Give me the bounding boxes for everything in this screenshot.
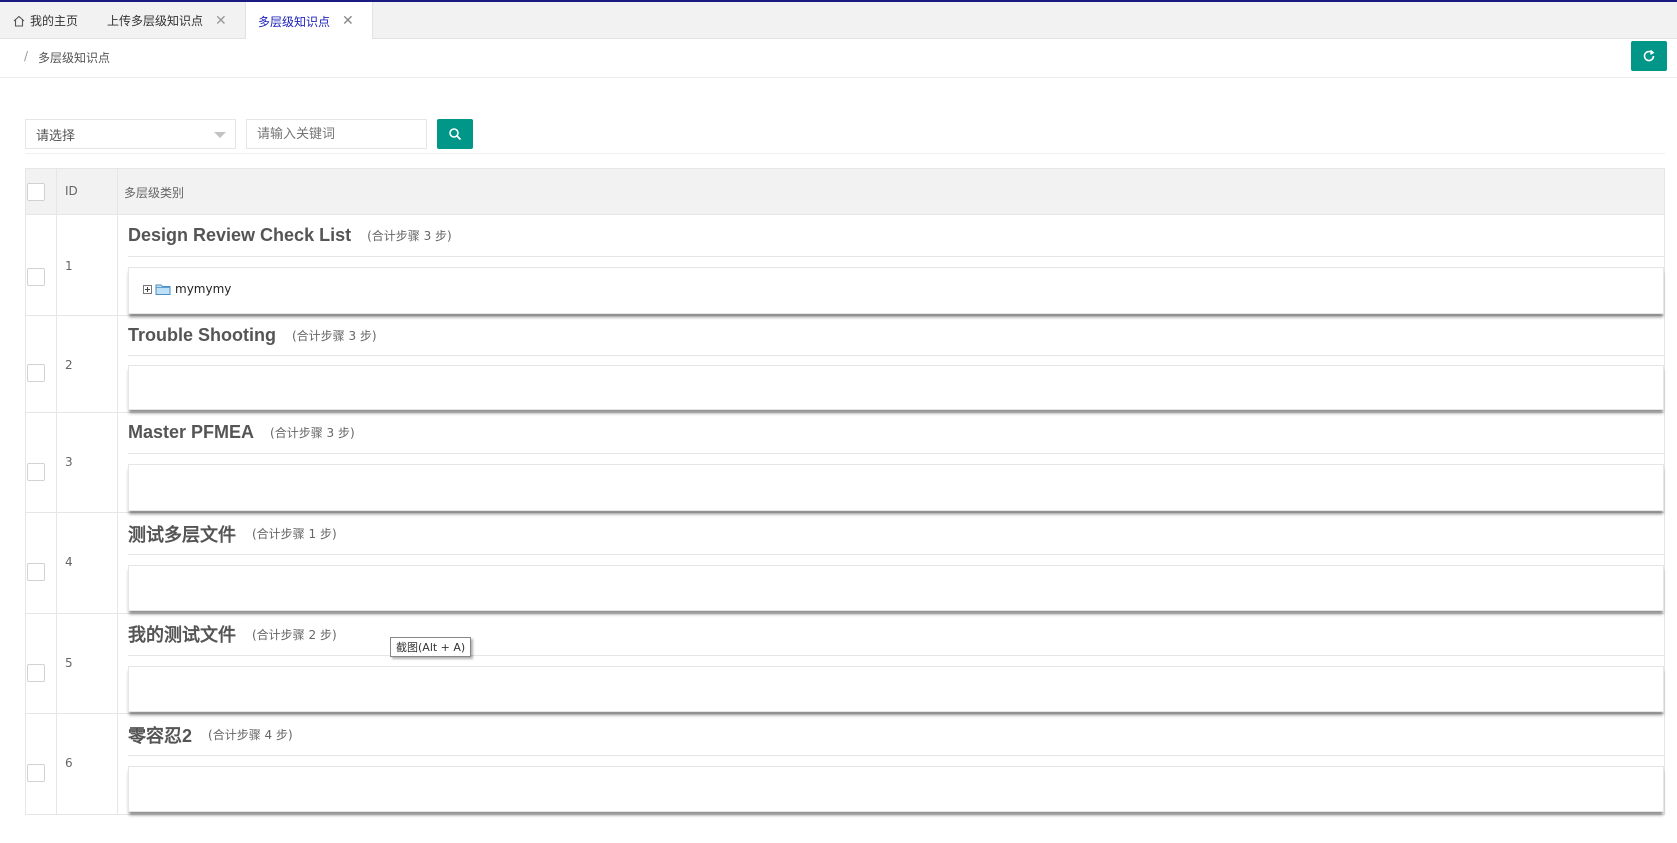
category-select-value: 请选择: [36, 128, 76, 144]
item-steps: (合计步骤 1 步): [252, 527, 337, 541]
knowledge-table: ID 多层级类别 1 Design Review Check List (合计步…: [25, 168, 1665, 815]
search-button[interactable]: [437, 119, 473, 149]
table-row: 6 零容忍2 (合计步骤 4 步): [26, 714, 1664, 815]
row-checkbox[interactable]: [27, 563, 45, 581]
row-checkbox[interactable]: [27, 764, 45, 782]
item-steps: (合计步骤 2 步): [252, 627, 337, 642]
chevron-down-icon: [214, 132, 226, 138]
category-select[interactable]: 请选择: [25, 119, 236, 149]
folder-icon: [155, 284, 171, 295]
close-icon[interactable]: ✕: [215, 14, 227, 28]
tab-active-label: 多层级知识点: [258, 14, 331, 29]
row-checkbox[interactable]: [27, 268, 45, 286]
row-id: 6: [65, 756, 73, 770]
expand-icon[interactable]: [143, 284, 152, 294]
close-icon[interactable]: ✕: [342, 14, 354, 28]
row-checkbox[interactable]: [27, 462, 45, 481]
table-row: 1 Design Review Check List (合计步骤 3 步) my…: [26, 215, 1664, 316]
table-row: 3 Master PFMEA (合计步骤 3 步): [26, 412, 1664, 513]
tree-panel: [128, 665, 1664, 712]
item-steps: (合计步骤 3 步): [291, 328, 377, 343]
item-steps: (合计步骤 3 步): [367, 229, 452, 243]
item-steps: (合计步骤 3 步): [270, 426, 355, 440]
table-header: ID 多层级类别: [26, 168, 1664, 215]
keyword-input[interactable]: [246, 119, 427, 149]
tab-bar: 我的主页 上传多层级知识点 ✕ 多层级知识点 ✕: [0, 0, 1677, 40]
screenshot-tooltip: 截图(Alt + A): [390, 637, 472, 657]
tree-panel: [128, 463, 1664, 511]
breadcrumb-separator: /: [24, 49, 29, 63]
divider: [25, 153, 1665, 154]
breadcrumb-current: 多层级知识点: [38, 51, 111, 65]
tab-upload-label: 上传多层级知识点: [107, 14, 204, 28]
row-id: 1: [65, 259, 73, 273]
search-icon: [449, 128, 462, 141]
row-id: 5: [65, 655, 73, 670]
table-row: 4 测试多层文件 (合计步骤 1 步): [26, 513, 1664, 614]
tree-panel: mymymy: [128, 267, 1664, 314]
tab-multilevel-knowledge[interactable]: 多层级知识点 ✕: [245, 2, 373, 40]
row-id: 3: [65, 454, 73, 469]
item-title[interactable]: Trouble Shooting: [128, 325, 276, 346]
header-category: 多层级类别: [124, 186, 185, 200]
item-steps: (合计步骤 4 步): [208, 728, 293, 742]
breadcrumb: / 多层级知识点: [0, 39, 1677, 78]
item-title[interactable]: 我的测试文件: [128, 621, 236, 647]
header-id: ID: [65, 184, 78, 198]
table-row: 5 我的测试文件 (合计步骤 2 步): [26, 613, 1664, 714]
row-checkbox[interactable]: [27, 663, 45, 682]
item-title[interactable]: 测试多层文件: [128, 521, 236, 547]
tab-home-label: 我的主页: [30, 14, 79, 28]
tab-home[interactable]: 我的主页: [0, 2, 95, 39]
tab-upload-multilevel[interactable]: 上传多层级知识点 ✕: [95, 2, 245, 39]
row-id: 2: [65, 357, 73, 372]
refresh-button[interactable]: [1631, 41, 1667, 71]
tree-node[interactable]: mymymy: [143, 282, 231, 296]
row-checkbox[interactable]: [27, 363, 45, 382]
tree-panel: [128, 565, 1664, 611]
select-all-checkbox[interactable]: [27, 183, 45, 201]
home-icon: [13, 15, 25, 27]
row-id: 4: [65, 555, 73, 569]
item-title[interactable]: 零容忍2: [128, 722, 192, 748]
tree-panel: [128, 766, 1664, 812]
tree-node-label: mymymy: [175, 282, 232, 296]
tree-panel: [128, 364, 1664, 410]
item-title[interactable]: Design Review Check List: [128, 225, 351, 246]
table-row: 2 Trouble Shooting (合计步骤 3 步): [26, 315, 1664, 413]
refresh-icon: [1643, 49, 1655, 62]
item-title[interactable]: Master PFMEA: [128, 422, 254, 443]
